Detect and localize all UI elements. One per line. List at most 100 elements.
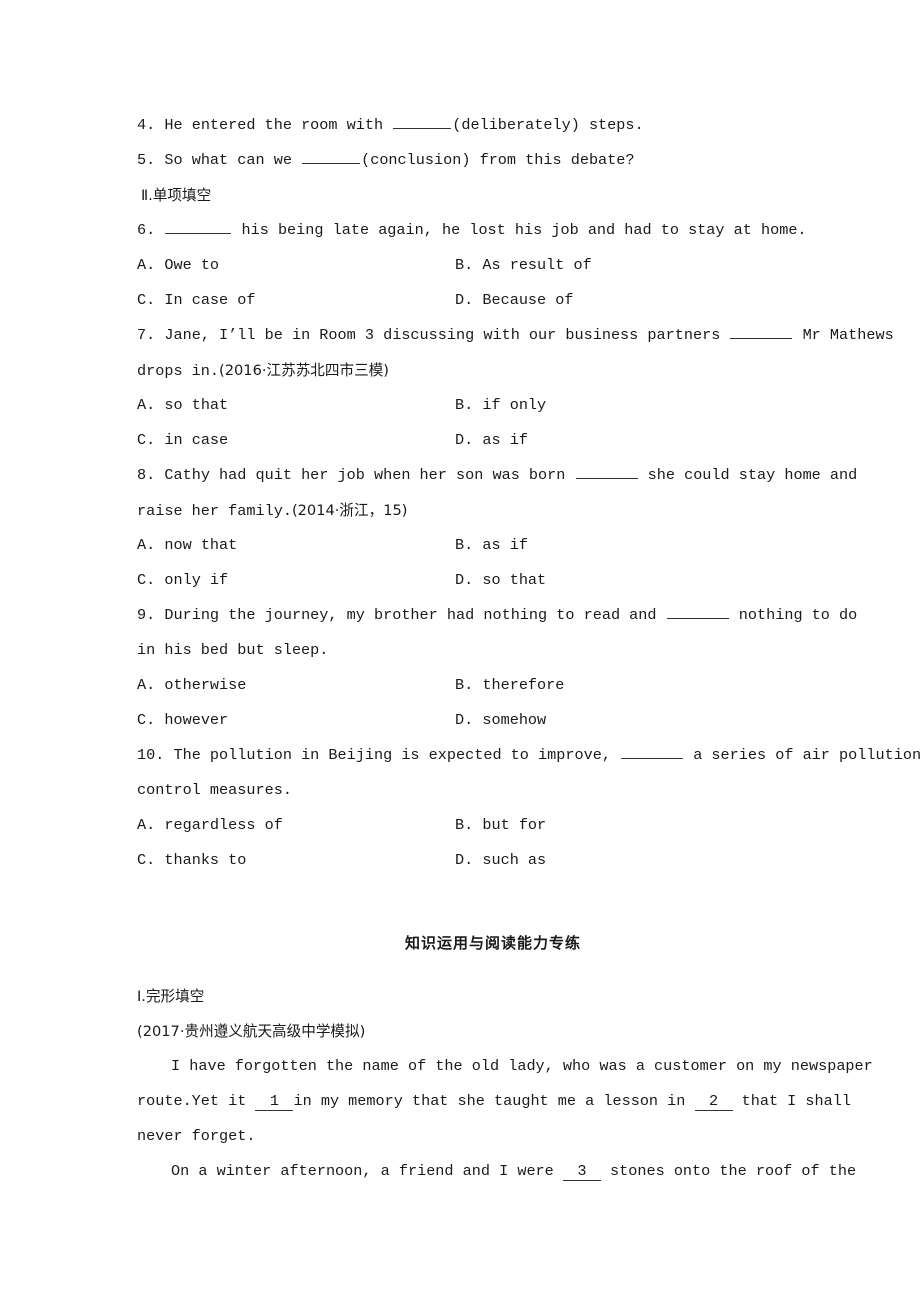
cloze-blank-1[interactable]: 1	[255, 1093, 294, 1111]
question-10-option-b[interactable]: B. but for	[455, 808, 849, 843]
question-8-blank[interactable]	[575, 465, 638, 479]
question-8-stem-after: she could stay home and	[647, 466, 858, 484]
question-6-option-a[interactable]: A. Owe to	[137, 248, 455, 283]
question-7-stem-after: Mr Mathews	[802, 326, 894, 344]
cloze-text: I have forgotten the name of the old lad…	[171, 1057, 873, 1075]
option-key: C.	[137, 571, 156, 589]
option-key: A.	[137, 396, 156, 414]
option-text: but for	[482, 816, 547, 834]
option-key: D.	[455, 291, 474, 309]
question-9-number: 9.	[137, 606, 156, 624]
heading-spacer-top	[137, 878, 849, 926]
question-7-options-row-2: C. in case D. as if	[137, 423, 849, 458]
question-6-option-b[interactable]: B. As result of	[455, 248, 849, 283]
question-7-option-a[interactable]: A. so that	[137, 388, 455, 423]
cloze-text: On a winter afternoon, a friend and I we…	[171, 1162, 563, 1180]
cloze-text: in my memory that she taught me a lesson…	[293, 1092, 695, 1110]
question-10-options-row-2: C. thanks to D. such as	[137, 843, 849, 878]
option-key: B.	[455, 816, 474, 834]
question-9-option-c[interactable]: C. however	[137, 703, 455, 738]
option-text: as if	[482, 536, 528, 554]
question-7-number: 7.	[137, 326, 156, 344]
option-key: A.	[137, 816, 156, 834]
option-text: therefore	[482, 676, 565, 694]
question-10-stem-after: a series of air pollution	[693, 746, 920, 764]
question-10-option-c[interactable]: C. thanks to	[137, 843, 455, 878]
question-8-source: (2014·浙江，15)	[291, 502, 408, 519]
question-9-option-b[interactable]: B. therefore	[455, 668, 849, 703]
question-10-line-2: control measures.	[137, 773, 849, 808]
option-key: C.	[137, 851, 156, 869]
option-text: so that	[164, 396, 229, 414]
question-10-option-a[interactable]: A. regardless of	[137, 808, 455, 843]
cloze-text: route.Yet it	[137, 1092, 256, 1110]
option-key: B.	[455, 256, 474, 274]
question-10: 10. The pollution in Beijing is expected…	[137, 738, 920, 773]
question-7-blank[interactable]	[730, 325, 793, 339]
question-4: 4. He entered the room with (deliberatel…	[137, 108, 849, 143]
option-key: B.	[455, 676, 474, 694]
cloze-text: that I shall	[732, 1092, 851, 1110]
question-8-number: 8.	[137, 466, 156, 484]
option-text: Because of	[482, 291, 574, 309]
page-content: 4. He entered the room with (deliberatel…	[137, 108, 920, 1189]
question-7-option-c[interactable]: C. in case	[137, 423, 455, 458]
heading-spacer-bottom	[137, 961, 849, 979]
question-9-line-2: in his bed but sleep.	[137, 633, 849, 668]
question-9-option-d[interactable]: D. somehow	[455, 703, 849, 738]
option-key: C.	[137, 431, 156, 449]
question-5: 5. So what can we (conclusion) from this…	[137, 143, 849, 178]
cloze-paragraph-1-line-3: never forget.	[137, 1119, 849, 1154]
question-7-option-d[interactable]: D. as if	[455, 423, 849, 458]
question-6-option-d[interactable]: D. Because of	[455, 283, 849, 318]
question-9-stem-line2: in his bed but sleep.	[137, 641, 329, 659]
cloze-paragraph-2-line-1: On a winter afternoon, a friend and I we…	[137, 1154, 856, 1189]
question-8-stem-line2: raise her family.	[137, 502, 292, 520]
option-key: B.	[455, 396, 474, 414]
question-10-stem-before: The pollution in Beijing is expected to …	[173, 746, 611, 764]
question-10-blank[interactable]	[621, 745, 684, 759]
question-8-option-b[interactable]: B. as if	[455, 528, 849, 563]
question-7-stem-line2: drops in.	[137, 362, 220, 380]
option-key: B.	[455, 536, 474, 554]
cloze-blank-3[interactable]: 3	[562, 1163, 601, 1181]
question-8-option-d[interactable]: D. so that	[455, 563, 849, 598]
option-key: D.	[455, 431, 474, 449]
question-10-number: 10.	[137, 746, 165, 764]
question-9-option-a[interactable]: A. otherwise	[137, 668, 455, 703]
option-text: only if	[164, 571, 229, 589]
question-4-blank[interactable]	[393, 115, 452, 129]
cloze-blank-2[interactable]: 2	[694, 1093, 733, 1111]
option-text: so that	[482, 571, 547, 589]
question-7-options-row-1: A. so that B. if only	[137, 388, 849, 423]
option-text: As result of	[482, 256, 592, 274]
option-key: C.	[137, 291, 156, 309]
question-8-option-a[interactable]: A. now that	[137, 528, 455, 563]
question-8-option-c[interactable]: C. only if	[137, 563, 455, 598]
question-9-blank[interactable]	[666, 605, 729, 619]
option-text: such as	[482, 851, 547, 869]
question-4-stem-before: He entered the room with	[164, 116, 384, 134]
question-10-stem-line2: control measures.	[137, 781, 292, 799]
question-9-options-row-1: A. otherwise B. therefore	[137, 668, 849, 703]
option-text: if only	[482, 396, 547, 414]
option-text: in case	[164, 431, 229, 449]
question-6-blank[interactable]	[165, 220, 232, 234]
question-8-stem-before: Cathy had quit her job when her son was …	[164, 466, 566, 484]
question-5-blank[interactable]	[302, 150, 361, 164]
question-6-options-row-1: A. Owe to B. As result of	[137, 248, 849, 283]
cloze-paragraph-1-line-2: route.Yet it 1 in my memory that she taug…	[137, 1084, 851, 1119]
option-text: Owe to	[164, 256, 220, 274]
question-6-stem-after: his being late again, he lost his job an…	[241, 221, 807, 239]
section-two-label: Ⅱ.单项填空	[141, 187, 212, 204]
option-text: otherwise	[164, 676, 247, 694]
option-text: however	[164, 711, 229, 729]
question-7-option-b[interactable]: B. if only	[455, 388, 849, 423]
question-6-options-row-2: C. In case of D. Because of	[137, 283, 849, 318]
cloze-paragraph-1-line-1: I have forgotten the name of the old lad…	[137, 1049, 873, 1084]
question-6-option-c[interactable]: C. In case of	[137, 283, 455, 318]
question-6-number: 6.	[137, 221, 156, 239]
section-two-heading: Ⅱ.单项填空	[137, 178, 849, 213]
question-10-option-d[interactable]: D. such as	[455, 843, 849, 878]
worksheet-page: 4. He entered the room with (deliberatel…	[0, 0, 920, 1302]
